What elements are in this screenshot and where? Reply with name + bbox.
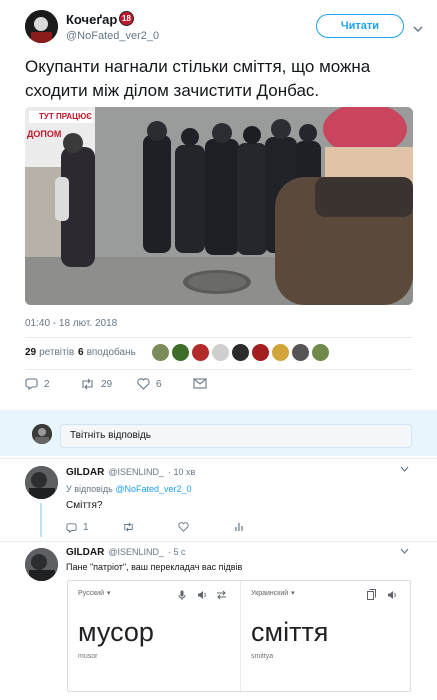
liker-avatar[interactable] (152, 344, 169, 361)
reply-author-name[interactable]: GILDAR (66, 547, 104, 558)
direct-message-action[interactable] (193, 378, 207, 389)
retweet-icon (124, 522, 133, 532)
reply-author-name[interactable]: GILDAR (66, 467, 104, 478)
tweet-text: Окупанти нагнали стільки сміття, що можн… (25, 57, 371, 100)
divider (25, 337, 413, 338)
age-badge: 18 (119, 11, 134, 26)
analytics-action[interactable] (234, 522, 244, 532)
source-language-label: Русский (78, 589, 104, 597)
chevron-down-icon[interactable] (413, 20, 423, 33)
source-transliteration: musor (78, 653, 98, 660)
author-handle[interactable]: @NoFated_ver2_0 (66, 30, 159, 42)
reply-time[interactable]: · 10 хв (168, 467, 195, 477)
speaker-icon[interactable] (197, 587, 207, 605)
envelope-icon (193, 378, 207, 389)
follow-button[interactable]: Читати (316, 14, 404, 38)
liker-avatar[interactable] (192, 344, 209, 361)
dropdown-arrow-icon: ▾ (106, 590, 111, 597)
media-sign-text: ТУТ ПРАЦЮЄ (39, 112, 92, 121)
liker-avatar[interactable] (272, 344, 289, 361)
reply-action[interactable]: 1 (66, 522, 89, 533)
dropdown-arrow-icon: ▾ (291, 590, 295, 597)
likes-label: вподобань (86, 347, 136, 358)
reply-icon (66, 522, 77, 533)
author-avatar[interactable] (25, 10, 58, 43)
liker-avatar[interactable] (292, 344, 309, 361)
likes-count: 6 (78, 347, 84, 358)
media-sign-text-2: ДОПОМ (27, 129, 62, 139)
source-text: мусор (78, 617, 154, 647)
liker-avatar[interactable] (172, 344, 189, 361)
heart-icon (178, 522, 189, 532)
reply-input[interactable]: Твітніть відповідь (60, 424, 412, 448)
author-name[interactable]: Кочеґар (66, 12, 117, 27)
reply-author-avatar[interactable] (25, 466, 58, 499)
thread-line (40, 503, 42, 537)
microphone-icon[interactable] (178, 587, 186, 605)
liker-avatar[interactable] (232, 344, 249, 361)
reply-icon (25, 378, 38, 390)
retweets-label: ретвітів (39, 347, 75, 358)
retweet-action[interactable] (122, 522, 135, 532)
reply-header: GILDAR @ISENLIND_ · 10 хв (66, 467, 195, 478)
target-language-select[interactable]: Украинский ▾ (251, 589, 295, 598)
reply-author-avatar[interactable] (25, 548, 58, 581)
like-action[interactable]: 6 (137, 378, 162, 390)
age-badge-label: 18 (122, 14, 131, 23)
liker-avatars (152, 344, 329, 361)
translated-text: сміття (251, 617, 329, 647)
retweet-count: 29 (101, 378, 113, 390)
translation-screenshot[interactable]: Русский ▾ Украинский ▾ мусор musor смітт… (67, 580, 411, 693)
retweet-icon (82, 378, 93, 390)
chevron-down-icon[interactable] (400, 465, 409, 475)
like-count: 6 (156, 378, 162, 390)
like-action[interactable] (178, 522, 189, 532)
translate-panel-divider (240, 581, 241, 693)
reply-header: GILDAR @ISENLIND_ · 5 с (66, 547, 186, 558)
reply-text: Сміття? (66, 500, 103, 511)
target-language-label: Украинский (251, 589, 289, 597)
reply-to-prefix: У відповідь (66, 484, 113, 494)
reply-count: 1 (83, 522, 89, 533)
media-image (25, 107, 413, 305)
chevron-down-icon[interactable] (400, 547, 409, 557)
reply-count: 2 (44, 378, 50, 390)
liker-avatar[interactable] (212, 344, 229, 361)
reply-author-handle[interactable]: @ISENLIND_ (108, 467, 164, 477)
target-transliteration: smittya (251, 653, 274, 660)
copy-icon[interactable] (367, 587, 376, 605)
source-language-select[interactable]: Русский ▾ (78, 589, 111, 598)
liker-avatar[interactable] (312, 344, 329, 361)
speaker-icon[interactable] (387, 587, 397, 605)
like-stats[interactable]: 6 вподобань (78, 347, 136, 358)
heart-icon (137, 378, 150, 390)
swap-languages-icon[interactable] (216, 587, 227, 605)
analytics-icon (235, 523, 243, 531)
divider (25, 369, 413, 370)
reply-action[interactable]: 2 (25, 378, 50, 390)
reply-text: Пане "патріот", ваш перекладач вас підві… (66, 562, 243, 572)
retweets-count: 29 (25, 347, 37, 358)
retweet-action[interactable]: 29 (80, 378, 112, 390)
reply-to-handle[interactable]: @NoFated_ver2_0 (115, 484, 191, 494)
liker-avatar[interactable] (252, 344, 269, 361)
current-user-avatar[interactable] (32, 424, 52, 444)
avatar-image (25, 10, 58, 43)
reply-time[interactable]: · 5 с (168, 547, 186, 557)
tweet-timestamp[interactable]: 01:40 - 18 лют. 2018 (25, 318, 117, 329)
reply-author-handle[interactable]: @ISENLIND_ (108, 547, 164, 557)
reply-input-placeholder: Твітніть відповідь (70, 430, 152, 441)
tweet-media[interactable]: ТУТ ПРАЦЮЄ ДОПОМ (25, 107, 413, 305)
follow-button-label: Читати (340, 20, 380, 32)
retweet-stats[interactable]: 29 ретвітів (25, 347, 74, 358)
reply-context: У відповідь @NoFated_ver2_0 (66, 484, 192, 494)
